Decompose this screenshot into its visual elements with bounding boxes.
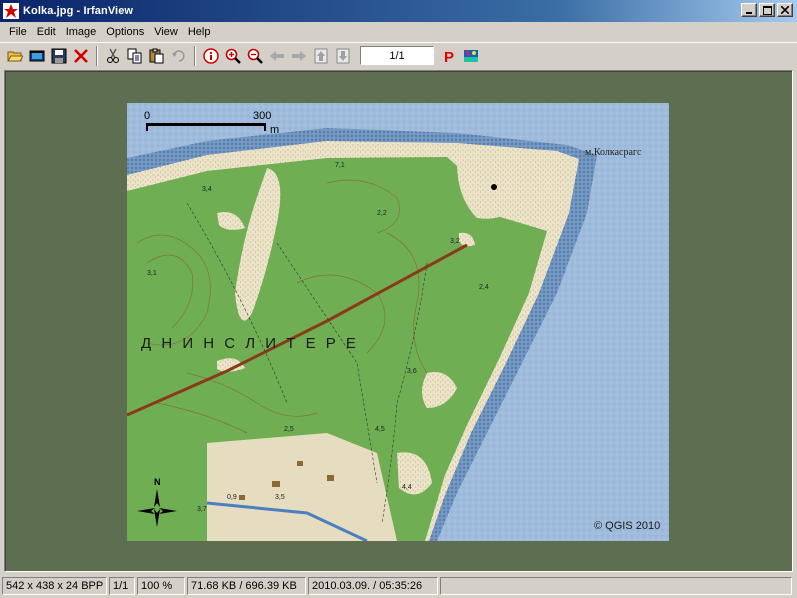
print-icon[interactable]: P	[438, 45, 460, 67]
map-image: 0 300 m м.Колкасрагс Д Н И Н С Л И Т Е Р…	[127, 103, 669, 541]
menu-help[interactable]: Help	[183, 24, 216, 40]
next-icon[interactable]	[288, 45, 310, 67]
status-filesize: 71.68 KB / 696.39 KB	[187, 577, 306, 595]
map-svg: 0 300 m м.Колкасрагс Д Н И Н С Л И Т Е Р…	[127, 103, 669, 541]
scale-end-label: 300	[253, 110, 271, 122]
delete-icon[interactable]	[70, 45, 92, 67]
menu-bar: File Edit Image Options View Help	[0, 22, 797, 42]
landmark-star-icon	[491, 184, 497, 190]
status-extra	[440, 577, 792, 595]
copyright-label: © QGIS 2010	[594, 520, 660, 532]
svg-text:2,2: 2,2	[377, 210, 387, 217]
status-page: 1/1	[109, 577, 135, 595]
zoom-in-icon[interactable]	[222, 45, 244, 67]
slideshow-icon[interactable]	[26, 45, 48, 67]
svg-text:4,4: 4,4	[402, 484, 412, 491]
irfanview-app-icon	[3, 3, 19, 19]
page-indicator-field[interactable]: 1/1	[360, 46, 434, 65]
previous-icon[interactable]	[266, 45, 288, 67]
building	[297, 461, 303, 466]
window-title: Kolka.jpg - IrfanView	[23, 5, 134, 17]
svg-text:7,1: 7,1	[335, 162, 345, 169]
scale-start-label: 0	[144, 110, 150, 122]
menu-view[interactable]: View	[149, 24, 183, 40]
image-viewport[interactable]: 0 300 m м.Колкасрагс Д Н И Н С Л И Т Е Р…	[4, 70, 793, 572]
svg-text:0,9: 0,9	[227, 494, 237, 501]
toolbar-separator	[96, 45, 98, 66]
cut-icon[interactable]	[102, 45, 124, 67]
menu-edit[interactable]: Edit	[32, 24, 61, 40]
svg-text:3,7: 3,7	[197, 506, 207, 513]
svg-text:3,1: 3,1	[147, 270, 157, 277]
last-icon[interactable]	[332, 45, 354, 67]
title-bar[interactable]: Kolka.jpg - IrfanView	[0, 0, 797, 22]
menu-image[interactable]: Image	[61, 24, 102, 40]
north-label: N	[154, 477, 161, 487]
svg-text:3,6: 3,6	[407, 368, 417, 375]
status-dimensions: 542 x 438 x 24 BPP	[2, 577, 107, 595]
svg-text:3,4: 3,4	[202, 186, 212, 193]
status-bar: 542 x 438 x 24 BPP 1/1 100 % 71.68 KB / …	[0, 574, 797, 598]
maximize-button[interactable]	[759, 3, 775, 17]
building	[327, 475, 334, 481]
svg-text:3,5: 3,5	[275, 494, 285, 501]
zoom-out-icon[interactable]	[244, 45, 266, 67]
toolbar-separator	[194, 45, 196, 66]
place-label: м.Колкасрагс	[585, 147, 642, 158]
svg-text:3,2: 3,2	[450, 238, 460, 245]
paint-icon[interactable]	[460, 45, 482, 67]
menu-options[interactable]: Options	[101, 24, 149, 40]
status-datetime: 2010.03.09. / 05:35:26	[308, 577, 438, 595]
minimize-button[interactable]	[741, 3, 757, 17]
paste-icon[interactable]	[146, 45, 168, 67]
toolbar: 1/1 P	[0, 42, 797, 68]
save-icon[interactable]	[48, 45, 70, 67]
svg-text:2,4: 2,4	[479, 284, 489, 291]
building	[272, 481, 280, 487]
status-zoom: 100 %	[137, 577, 185, 595]
building	[239, 495, 245, 500]
svg-text:2,5: 2,5	[284, 426, 294, 433]
svg-text:P: P	[444, 49, 454, 64]
scale-unit-label: m	[270, 124, 279, 136]
info-icon[interactable]	[200, 45, 222, 67]
menu-file[interactable]: File	[4, 24, 32, 40]
first-icon[interactable]	[310, 45, 332, 67]
region-label: Д Н И Н С Л И Т Е Р Е	[141, 335, 359, 352]
svg-text:4,5: 4,5	[375, 426, 385, 433]
copy-icon[interactable]	[124, 45, 146, 67]
close-button[interactable]	[777, 3, 793, 17]
undo-icon[interactable]	[168, 45, 190, 67]
open-folder-icon[interactable]	[4, 45, 26, 67]
